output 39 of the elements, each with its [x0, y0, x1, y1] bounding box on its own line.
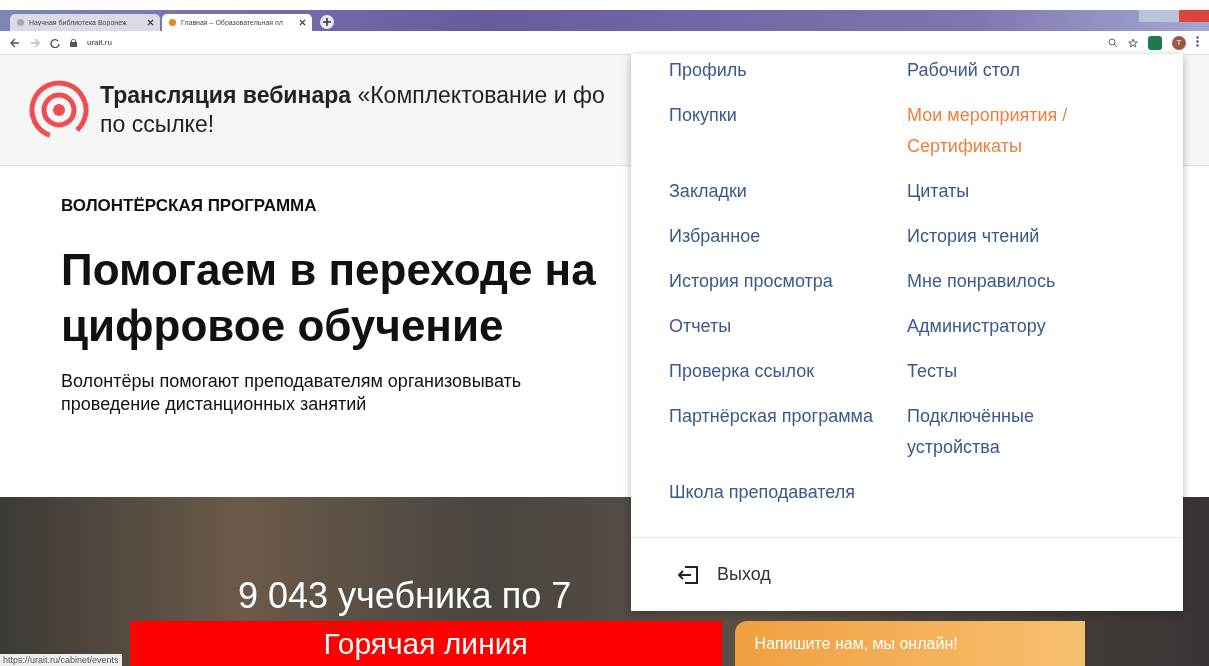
menu-item[interactable]: Подключённые устройства [907, 401, 1117, 463]
logout-link[interactable]: Выход [717, 564, 771, 585]
logout-icon [677, 564, 699, 585]
menu-item[interactable]: Мне понравилось [907, 266, 1117, 297]
menu-item[interactable]: Партнёрская программа [669, 401, 907, 463]
menu-item[interactable]: История просмотра [669, 266, 907, 297]
close-icon[interactable] [147, 19, 154, 26]
hero-title: Помогаем в переходе на цифровое обучение [61, 244, 597, 352]
menu-item[interactable]: Рабочий стол [907, 55, 1117, 86]
close-icon[interactable] [299, 19, 306, 26]
menu-item[interactable]: Закладки [669, 176, 907, 207]
profile-avatar[interactable]: T [1172, 35, 1186, 50]
plus-icon [323, 18, 331, 26]
menu-item[interactable]: Цитаты [907, 176, 1117, 207]
hero-text: Волонтёры помогают преподавателям организовывать проведение дистанционных занятий [61, 370, 523, 416]
menu-item[interactable]: История чтений [907, 221, 1117, 252]
menu-item[interactable]: Тесты [907, 356, 1117, 387]
star-icon[interactable] [1128, 37, 1138, 48]
back-icon[interactable] [10, 37, 20, 48]
menu-item[interactable]: Покупки [669, 100, 907, 162]
hotline-button[interactable]: Горячая линия [129, 621, 722, 666]
menu-item[interactable]: Администратору [907, 311, 1117, 342]
extension-button[interactable] [1148, 35, 1162, 50]
banner-text: Трансляция вебинара «Комплектование и фо по ссылке! [100, 81, 606, 139]
new-tab-button[interactable] [320, 15, 334, 29]
url-field[interactable]: urait.ru [87, 38, 112, 47]
section-label: ВОЛОНТЁРСКАЯ ПРОГРАММА [61, 196, 318, 216]
zoom-icon[interactable] [1108, 37, 1118, 48]
status-url: https://urait.ru/cabinet/events [0, 654, 122, 666]
menu-item[interactable]: Избранное [669, 221, 907, 252]
broadcast-icon [28, 79, 90, 141]
reload-icon[interactable] [50, 37, 60, 48]
menu-item[interactable]: Школа преподавателя [669, 477, 907, 508]
menu-item[interactable]: Профиль [669, 55, 907, 86]
menu-item[interactable]: Проверка ссылок [669, 356, 907, 387]
menu-icon[interactable] [1196, 36, 1199, 49]
lock-icon [70, 38, 77, 47]
menu-item[interactable]: Отчеты [669, 311, 907, 342]
books-caption: 9 043 учебника по 7 [238, 575, 572, 617]
